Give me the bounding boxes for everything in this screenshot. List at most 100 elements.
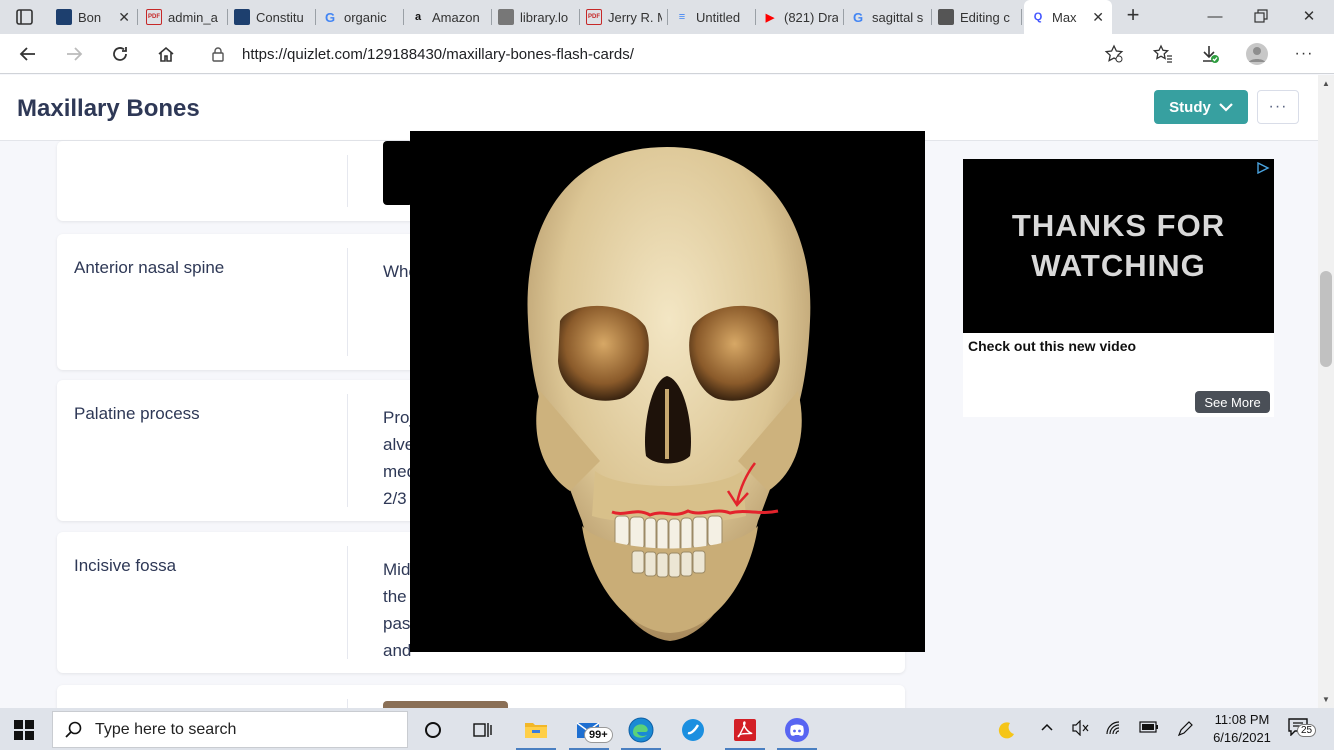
tab-title: organic — [344, 9, 387, 25]
browser-tab-strip: Bon ✕ PDF admin_a Constitu Gorganic a Amazon lib… — [0, 0, 1334, 34]
windows-taskbar: Type here to search 11:08 PM 6/16/2021 — [0, 708, 1334, 750]
tab-title: Editing c — [960, 9, 1010, 25]
wifi-icon[interactable] — [1106, 720, 1124, 739]
acrobat-button[interactable] — [721, 713, 769, 750]
more-options-button[interactable]: ··· — [1257, 90, 1299, 124]
browser-tab[interactable]: ≡ Untitled — [668, 4, 756, 30]
profile-button[interactable] — [1243, 40, 1271, 68]
study-button[interactable]: Study — [1154, 90, 1248, 124]
page-title: Maxillary Bones — [17, 95, 200, 122]
file-explorer-button[interactable] — [512, 713, 560, 750]
battery-icon[interactable] — [1139, 720, 1159, 737]
quizlet-icon: Q — [1033, 11, 1043, 23]
tab-title: Untitled — [696, 9, 741, 25]
close-tab-icon[interactable]: ✕ — [116, 9, 132, 26]
card-divider — [347, 699, 348, 708]
new-tab-button[interactable]: + — [1122, 4, 1144, 28]
home-icon — [158, 46, 174, 62]
card-divider — [347, 394, 348, 507]
pdf-icon: PDF — [586, 9, 602, 25]
card-divider — [347, 546, 348, 659]
app-icon — [234, 9, 250, 25]
app-icon — [938, 9, 954, 25]
more-icon: ··· — [1294, 45, 1314, 62]
clock-date: 6/16/2021 — [1213, 730, 1271, 745]
card-term: Anterior nasal spine — [74, 258, 225, 277]
home-button[interactable] — [152, 40, 180, 68]
search-placeholder: Type here to search — [95, 720, 237, 738]
close-window-button[interactable]: ✕ — [1286, 4, 1332, 28]
back-button[interactable] — [14, 40, 42, 68]
ad-video[interactable]: THANKS FOR WATCHING — [963, 159, 1274, 333]
search-icon — [65, 721, 82, 738]
tab-title: Jerry R. M — [608, 9, 662, 25]
tab-title: library.lo — [520, 9, 569, 25]
scrollbar-thumb[interactable] — [1320, 271, 1332, 367]
add-favorite-icon[interactable] — [1104, 44, 1124, 69]
tab-title: Amazon — [432, 9, 480, 25]
card-image[interactable] — [383, 701, 508, 708]
app-icon — [682, 719, 704, 741]
task-view-icon — [473, 723, 492, 737]
restore-icon — [1254, 9, 1268, 23]
browser-tab[interactable]: a Amazon — [404, 4, 492, 30]
ad-caption[interactable]: Check out this new video — [968, 338, 1136, 354]
address-bar[interactable]: https://quizlet.com/129188430/maxillary-… — [198, 38, 1132, 70]
volume-muted-icon[interactable] — [1072, 719, 1090, 739]
tab-actions-icon[interactable] — [14, 7, 36, 27]
tab-separator — [137, 9, 138, 25]
show-hidden-icons-icon[interactable] — [1040, 720, 1054, 737]
app-icon — [56, 9, 72, 25]
page-scrollbar[interactable]: ▲ ▼ — [1318, 75, 1334, 708]
card-term: Incisive fossa — [74, 556, 177, 575]
browser-tab[interactable]: PDF admin_a — [140, 4, 228, 30]
night-light-icon[interactable] — [996, 720, 1016, 743]
enlarged-image-overlay[interactable] — [410, 131, 925, 652]
close-tab-icon[interactable]: ✕ — [1090, 9, 1106, 26]
discord-button[interactable] — [773, 713, 821, 750]
pdf-icon: PDF — [146, 9, 162, 25]
browser-tab[interactable]: PDF Jerry R. M — [580, 4, 668, 30]
docs-icon: ≡ — [678, 11, 686, 23]
edge-icon — [628, 717, 654, 743]
browser-tab[interactable]: Q Max ✕ — [1024, 0, 1112, 34]
browser-tab[interactable]: Gsagittal s — [844, 4, 932, 30]
browser-tab[interactable]: Editing c — [932, 4, 1022, 30]
card-divider — [347, 155, 348, 207]
browser-tab[interactable]: Gorganic — [316, 4, 404, 30]
browser-tab[interactable]: Bon ✕ — [50, 4, 138, 30]
taskbar-search-input[interactable]: Type here to search — [52, 711, 408, 748]
card-divider — [347, 248, 348, 356]
restore-button[interactable] — [1238, 4, 1284, 28]
browser-tab[interactable]: ▶ (821) Dra — [756, 4, 844, 30]
refresh-button[interactable] — [106, 40, 134, 68]
clock-time: 11:08 PM — [1214, 712, 1270, 727]
chevron-down-icon — [1219, 103, 1233, 112]
downloads-button[interactable] — [1196, 40, 1224, 68]
pen-icon[interactable] — [1176, 720, 1194, 741]
browser-navbar: https://quizlet.com/129188430/maxillary-… — [0, 34, 1334, 74]
scroll-down-icon[interactable]: ▼ — [1322, 695, 1330, 704]
settings-menu-button[interactable]: ··· — [1290, 40, 1318, 68]
ad-video-text: THANKS FOR WATCHING — [1011, 208, 1226, 283]
see-more-button[interactable]: See More — [1195, 391, 1270, 413]
task-view-button[interactable] — [459, 713, 507, 747]
url-text[interactable]: https://quizlet.com/129188430/maxillary-… — [242, 46, 634, 63]
acrobat-icon — [734, 719, 756, 741]
favorites-button[interactable] — [1149, 40, 1177, 68]
adchoices-icon[interactable] — [1256, 162, 1270, 174]
mail-badge: 99+ — [584, 727, 613, 743]
cortana-button[interactable] — [409, 713, 457, 747]
browser-tab[interactable]: library.lo — [492, 4, 580, 30]
google-icon: G — [852, 9, 864, 25]
taskbar-clock[interactable]: 11:08 PM 6/16/2021 — [1206, 711, 1278, 747]
browser-tab[interactable]: Constitu — [228, 4, 316, 30]
app-button[interactable] — [669, 713, 717, 747]
minimize-button[interactable]: — — [1192, 4, 1238, 28]
forward-button[interactable] — [60, 40, 88, 68]
windows-start-icon[interactable] — [14, 720, 34, 745]
edge-button[interactable] — [617, 713, 665, 750]
video-ad[interactable]: THANKS FOR WATCHING Check out this new v… — [963, 159, 1274, 417]
card-image[interactable] — [383, 141, 413, 205]
scroll-up-icon[interactable]: ▲ — [1322, 79, 1330, 88]
